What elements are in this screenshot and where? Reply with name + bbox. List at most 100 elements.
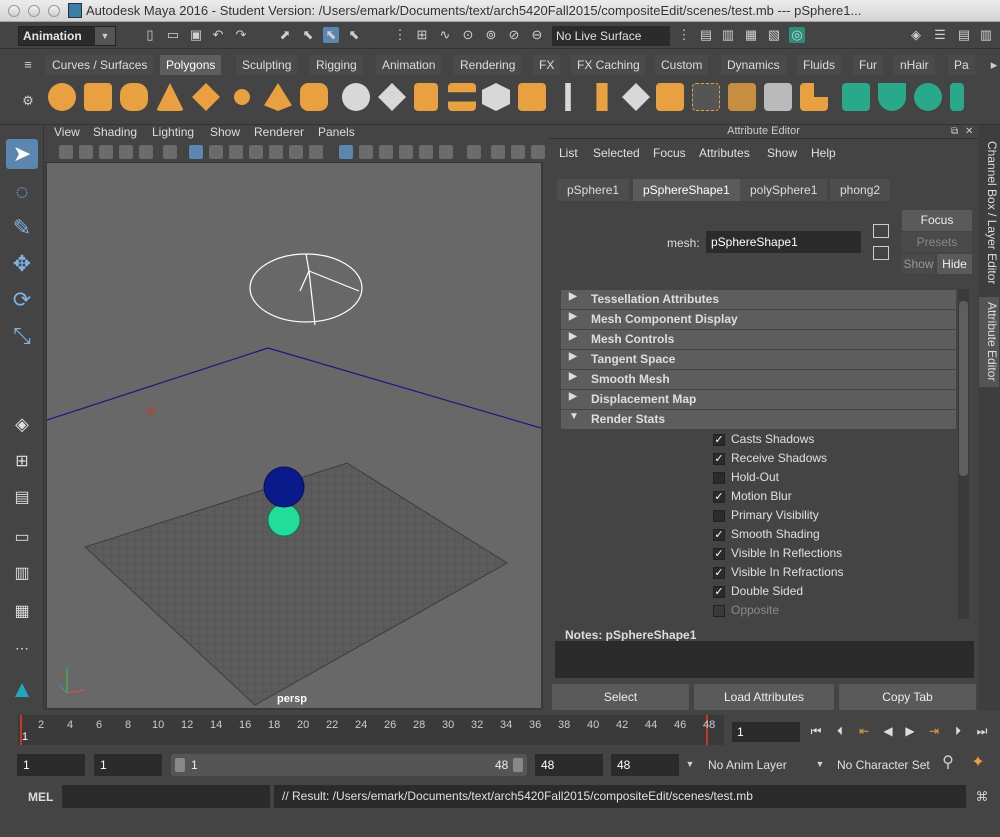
shelf-tab-fx[interactable]: FX	[533, 55, 561, 75]
cylindrical-mapping-icon[interactable]	[950, 83, 964, 111]
lasso-tool-icon[interactable]: ◌	[6, 177, 38, 207]
menu-set-dropdown[interactable]: Animation ▼	[18, 26, 116, 46]
section-tessellation-attributes[interactable]: ▶ Tessellation Attributes	[561, 290, 956, 309]
viewport-3d-scene[interactable]: ✳ persp	[46, 163, 542, 708]
scale-tool-icon[interactable]: ⤡	[6, 321, 38, 351]
checkbox-casts-shadows[interactable]: ✓ Casts Shadows	[713, 431, 973, 450]
use-all-lights-icon[interactable]	[419, 145, 433, 159]
combine-icon[interactable]	[342, 83, 370, 111]
step-back-key-icon[interactable]: ⇤	[856, 723, 872, 739]
multi-cut-icon[interactable]	[800, 83, 828, 111]
script-editor-icon[interactable]: ⌘	[974, 789, 990, 805]
select-object-icon[interactable]: ⬉	[300, 27, 316, 43]
poly-pipe-icon[interactable]	[300, 83, 328, 111]
hypershade-icon[interactable]: ◎	[789, 27, 805, 43]
history-icon[interactable]: ⋮	[676, 27, 692, 43]
checkbox-box[interactable]: ✓	[713, 586, 725, 598]
select-mask-icon[interactable]: ⬉	[346, 27, 362, 43]
textured-icon[interactable]	[399, 145, 413, 159]
mel-label[interactable]: MEL	[28, 790, 53, 804]
shelf-tab-custom[interactable]: Custom	[655, 55, 709, 75]
insert-edge-loop-icon[interactable]	[764, 83, 792, 111]
poly-cylinder-icon[interactable]	[120, 83, 148, 111]
poly-sphere-icon[interactable]	[48, 83, 76, 111]
shelf-tab-rendering[interactable]: Rendering	[454, 55, 522, 75]
checkbox-box[interactable]	[713, 605, 725, 617]
checkbox-motion-blur[interactable]: ✓ Motion Blur	[713, 488, 973, 507]
merge-icon[interactable]	[728, 83, 756, 111]
checkbox-box[interactable]	[713, 510, 725, 522]
persp-outliner-layout-icon[interactable]: ▤	[6, 483, 38, 513]
playback-end-field[interactable]: 48	[535, 754, 603, 776]
undo-icon[interactable]: ↶	[210, 27, 226, 43]
show-button[interactable]: Show	[902, 254, 935, 274]
snap-projected-icon[interactable]: ⊚	[483, 27, 499, 43]
rotate-tool-icon[interactable]: ⟳	[6, 285, 38, 315]
resolution-gate-icon[interactable]	[229, 145, 243, 159]
wireframe-icon[interactable]	[339, 145, 353, 159]
single-pane-layout-icon[interactable]: ◈	[6, 409, 38, 439]
ae-menu-help[interactable]: Help	[811, 146, 836, 160]
checkbox-box[interactable]: ✓	[713, 453, 725, 465]
shelf-tab-curves-surfaces[interactable]: Curves / Surfaces	[46, 55, 154, 75]
checkbox-smooth-shading[interactable]: ✓ Smooth Shading	[713, 526, 973, 545]
paint-select-tool-icon[interactable]: ✎	[6, 213, 38, 243]
zoom-window-button[interactable]	[48, 5, 60, 17]
modeling-toolkit-icon[interactable]: ◈	[908, 27, 924, 43]
shelf-tab-polygons[interactable]: Polygons	[160, 55, 222, 75]
time-slider-track[interactable]: 1 2 4 6 8 10 12 14 16 18 20 22 24 26 28 …	[18, 715, 724, 745]
ambient-occlusion-icon[interactable]	[511, 145, 525, 159]
xray-icon[interactable]	[491, 145, 505, 159]
mesh-name-field[interactable]: pSphereShape1	[706, 231, 861, 253]
viewport-menu-lighting[interactable]: Lighting	[152, 125, 194, 139]
select-hierarchy-icon[interactable]: ⬈	[277, 27, 293, 43]
section-mesh-controls[interactable]: ▶ Mesh Controls	[561, 330, 956, 349]
go-to-end-icon[interactable]: ⏭	[974, 723, 990, 739]
extract-icon[interactable]	[414, 83, 438, 111]
shelf-scroll-icon[interactable]: ▸	[986, 57, 1000, 73]
auto-key-icon[interactable]: ⚲	[940, 755, 956, 771]
boolean-icon[interactable]	[482, 83, 510, 111]
playback-start-field[interactable]: 1	[94, 754, 162, 776]
anim-layer-label[interactable]: No Anim Layer	[708, 758, 787, 772]
range-end-handle[interactable]	[513, 758, 523, 772]
shelf-settings-gear-icon[interactable]: ⚙	[20, 93, 36, 109]
ae-scrollbar[interactable]	[958, 289, 969, 619]
snap-grid-icon[interactable]: ⊞	[414, 27, 430, 43]
layout-options-icon[interactable]: ⋯	[6, 633, 38, 663]
copy-tab-button[interactable]: Copy Tab	[839, 684, 976, 710]
render-settings-icon[interactable]: ▧	[766, 27, 782, 43]
checkbox-box[interactable]	[713, 472, 725, 484]
smooth-shade-icon[interactable]	[359, 145, 373, 159]
current-frame-field[interactable]: 1	[732, 722, 800, 742]
play-backwards-icon[interactable]: ◀	[880, 723, 896, 739]
snap-view-plane-icon[interactable]: ⊘	[506, 27, 522, 43]
field-chart-icon[interactable]	[269, 145, 283, 159]
go-to-start-icon[interactable]: ⏮	[808, 723, 824, 739]
ae-menu-show[interactable]: Show	[767, 146, 797, 160]
viewport-menu-renderer[interactable]: Renderer	[254, 125, 304, 139]
shelf-tab-animation[interactable]: Animation	[376, 55, 442, 75]
persp-graph-layout-icon[interactable]: ▭	[6, 523, 38, 553]
section-mesh-component-display[interactable]: ▶ Mesh Component Display	[561, 310, 956, 329]
poly-cube-icon[interactable]	[84, 83, 112, 111]
step-back-frame-icon[interactable]: ⏴	[832, 723, 848, 739]
2d-pan-zoom-icon[interactable]	[139, 145, 153, 159]
ae-menu-selected[interactable]: Selected	[593, 146, 640, 160]
ae-menu-attributes[interactable]: Attributes	[699, 146, 750, 160]
gate-mask-icon[interactable]	[249, 145, 263, 159]
animation-end-field[interactable]: 48	[611, 754, 679, 776]
new-scene-icon[interactable]: ▯	[142, 27, 158, 43]
isolate-select-icon[interactable]	[467, 145, 481, 159]
wireframe-on-shaded-icon[interactable]	[379, 145, 393, 159]
select-component-icon[interactable]: ⬉	[323, 27, 339, 43]
close-panel-icon[interactable]: ✕	[965, 126, 973, 137]
mel-input-field[interactable]	[62, 785, 270, 808]
checkbox-opposite[interactable]: Opposite	[713, 602, 973, 621]
shelf-tab-fluids[interactable]: Fluids	[797, 55, 842, 75]
presets-button[interactable]: Presets	[902, 232, 972, 252]
shelf-tab-pa[interactable]: Pa	[948, 55, 975, 75]
load-attributes-button[interactable]: Load Attributes	[694, 684, 834, 710]
average-vertices-icon[interactable]	[518, 83, 546, 111]
focus-button[interactable]: Focus	[902, 210, 972, 231]
